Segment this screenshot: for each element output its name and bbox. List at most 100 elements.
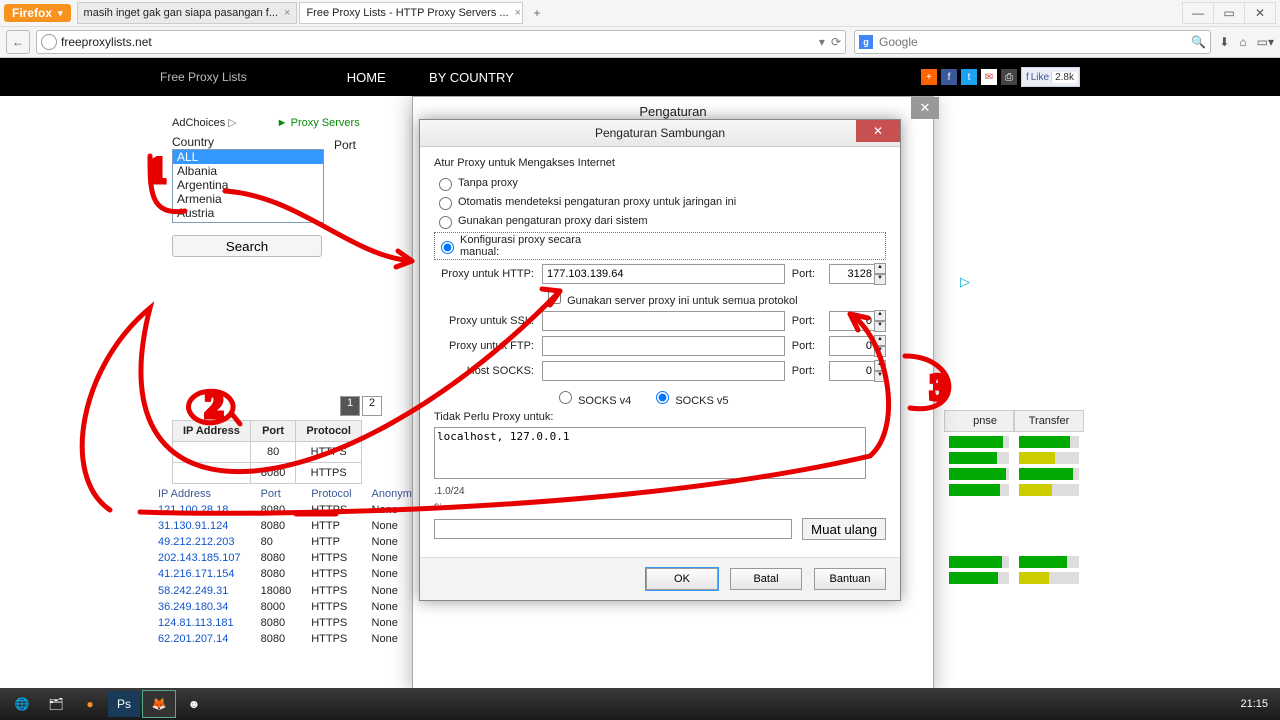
radio-auto-detect[interactable]: Otomatis mendeteksi pengaturan proxy unt…	[434, 194, 886, 210]
site-header: Free Proxy Lists HOME BY COUNTRY + f t ✉…	[0, 58, 1280, 96]
social-icons: + f t ✉ ⎙ fLike2.8k	[921, 67, 1080, 87]
bar-row	[944, 572, 1084, 584]
reload-icon[interactable]: ⟳	[831, 35, 841, 49]
minimize-button[interactable]: —	[1182, 2, 1214, 24]
home-icon[interactable]: ⌂	[1239, 35, 1246, 49]
country-option[interactable]: ALL	[173, 150, 323, 164]
new-tab-button[interactable]: +	[525, 6, 548, 20]
app-icon[interactable]: ☻	[178, 691, 210, 717]
th-ip: IP Address	[173, 421, 251, 442]
radio-system-proxy[interactable]: Gunakan pengaturan proxy dari sistem	[434, 213, 886, 229]
bar-row	[944, 436, 1084, 448]
dropdown-icon[interactable]: ▾	[819, 35, 825, 49]
adchoices-icon[interactable]: ▷	[960, 274, 970, 290]
print-icon[interactable]: ⎙	[1001, 69, 1017, 85]
search-input[interactable]	[877, 34, 1191, 50]
ip-link[interactable]: 31.130.91.124	[148, 518, 251, 534]
spin-down-icon[interactable]: ▼	[874, 274, 886, 285]
firefox-running-icon[interactable]: 🦊	[142, 690, 176, 718]
tab-active[interactable]: Free Proxy Lists - HTTP Proxy Servers ..…	[299, 2, 523, 24]
browser-search-box[interactable]: g 🔍	[854, 30, 1211, 54]
proxy-table-top: IP Address Port Protocol 80HTTPS8080HTTP…	[172, 420, 362, 484]
ip-link[interactable]: 121.100.28.18	[148, 502, 251, 518]
clock[interactable]: 21:15	[1240, 698, 1274, 710]
autoconfig-input[interactable]	[434, 519, 792, 539]
ssl-port-input[interactable]	[829, 311, 875, 331]
close-icon[interactable]: ×	[515, 7, 521, 19]
response-transfer-column: pnse Transfer	[944, 410, 1084, 584]
ip-link[interactable]: 41.216.171.154	[148, 566, 251, 582]
search-button[interactable]: Search	[172, 235, 322, 257]
page-current[interactable]: 1	[340, 396, 360, 416]
back-button[interactable]: ←	[6, 30, 30, 54]
firefox-icon[interactable]: ●	[74, 691, 106, 717]
fb-like-button[interactable]: fLike2.8k	[1021, 67, 1080, 87]
download-icon[interactable]: ⬇	[1219, 35, 1229, 49]
ip-link[interactable]: 202.143.185.107	[148, 550, 251, 566]
close-icon[interactable]: ✕	[911, 97, 939, 119]
spin-up-icon[interactable]: ▲	[874, 263, 886, 274]
dialog-title: Pengaturan Sambungan	[595, 126, 725, 140]
country-option[interactable]: Armenia	[173, 192, 323, 206]
bookmarks-icon[interactable]: ▭▾	[1257, 35, 1274, 49]
ok-button[interactable]: OK	[646, 568, 718, 590]
ip-link[interactable]: 62.201.207.14	[148, 631, 251, 647]
explorer-icon[interactable]: 🗂	[40, 691, 72, 717]
radio-no-proxy[interactable]: Tanpa proxy	[434, 175, 886, 191]
close-icon[interactable]: ×	[284, 7, 290, 19]
site-logo: Free Proxy Lists	[160, 70, 247, 84]
firefox-menu-button[interactable]: Firefox	[4, 4, 71, 22]
country-option[interactable]: Austria	[173, 206, 323, 220]
country-select[interactable]: ALLAlbaniaArgentinaArmeniaAustria	[172, 149, 324, 223]
facebook-icon[interactable]: f	[941, 69, 957, 85]
radio-manual-proxy[interactable]: Konfigurasi proxy secara manual:	[434, 232, 886, 260]
socks-v4-radio[interactable]: SOCKS v4	[554, 388, 631, 407]
photoshop-icon[interactable]: Ps	[108, 691, 140, 717]
proxy-servers-link[interactable]: ► Proxy Servers	[277, 117, 360, 129]
table-row: 8080HTTPS	[173, 463, 362, 484]
twitter-icon[interactable]: t	[961, 69, 977, 85]
reload-button[interactable]: Muat ulang	[802, 518, 886, 540]
country-option[interactable]: Argentina	[173, 178, 323, 192]
adchoices-label[interactable]: AdChoices▷	[172, 116, 237, 129]
socks-port-input[interactable]	[829, 361, 875, 381]
http-proxy-input[interactable]	[542, 264, 785, 284]
bar-row	[944, 484, 1084, 496]
ftp-port-input[interactable]	[829, 336, 875, 356]
ssl-proxy-input[interactable]	[542, 311, 785, 331]
close-icon[interactable]: ✕	[856, 120, 900, 142]
same-proxy-checkbox[interactable]: Gunakan server proxy ini untuk semua pro…	[544, 295, 798, 307]
url-text: freeproxylists.net	[61, 35, 819, 49]
ip-link[interactable]: 58.242.249.31	[148, 582, 251, 598]
table-row: 80HTTPS	[173, 442, 362, 463]
browser-titlebar: Firefox masih inget gak gan siapa pasang…	[0, 0, 1280, 26]
socks-host-input[interactable]	[542, 361, 785, 381]
close-button[interactable]: ✕	[1244, 2, 1276, 24]
url-bar[interactable]: freeproxylists.net ▾ ⟳	[36, 30, 846, 54]
http-proxy-label: Proxy untuk HTTP:	[434, 268, 534, 280]
noproxy-textarea[interactable]: localhost, 127.0.0.1	[434, 427, 866, 479]
tab-label: masih inget gak gan siapa pasangan f...	[84, 7, 278, 19]
dialog-title: Pengaturan	[639, 104, 706, 119]
tab-inactive[interactable]: masih inget gak gan siapa pasangan f... ×	[77, 2, 298, 24]
nav-home[interactable]: HOME	[347, 70, 386, 85]
th-transfer: Transfer	[1014, 410, 1084, 432]
ip-link[interactable]: 49.212.212.203	[148, 534, 251, 550]
addthis-icon[interactable]: +	[921, 69, 937, 85]
mail-icon[interactable]: ✉	[981, 69, 997, 85]
maximize-button[interactable]: ▭	[1213, 2, 1245, 24]
page-2[interactable]: 2	[362, 396, 382, 416]
socks-v5-radio[interactable]: SOCKS v5	[651, 388, 728, 407]
help-button[interactable]: Bantuan	[814, 568, 886, 590]
ip-link[interactable]: 124.81.113.181	[148, 615, 251, 631]
browser-navbar: ← freeproxylists.net ▾ ⟳ g 🔍 ⬇ ⌂ ▭▾	[0, 26, 1280, 58]
ie-icon[interactable]: 🌐	[6, 691, 38, 717]
search-icon[interactable]: 🔍	[1191, 35, 1206, 49]
ip-link[interactable]: 36.249.180.34	[148, 599, 251, 615]
country-option[interactable]: Albania	[173, 164, 323, 178]
tab-label: Free Proxy Lists - HTTP Proxy Servers ..…	[306, 7, 508, 19]
cancel-button[interactable]: Batal	[730, 568, 802, 590]
nav-bycountry[interactable]: BY COUNTRY	[429, 70, 514, 85]
ftp-proxy-input[interactable]	[542, 336, 785, 356]
http-port-input[interactable]	[829, 264, 875, 284]
